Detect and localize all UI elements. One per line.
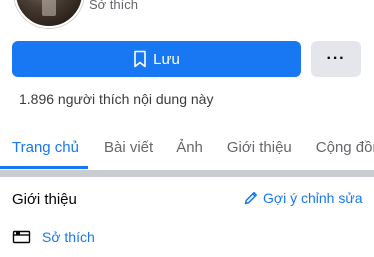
interest-category-label: Sở thích (42, 229, 95, 245)
more-icon: ··· (326, 50, 346, 67)
tab-home[interactable]: Trang chủ (12, 127, 79, 167)
tab-about[interactable]: Giới thiệu (227, 127, 292, 167)
tab-community[interactable]: Cộng đồng (316, 127, 374, 167)
page-tabs: Trang chủ Bài viết Ảnh Giới thiệu Cộng đ… (0, 127, 374, 170)
pencil-icon (243, 190, 259, 206)
suggest-edit-label: Gợi ý chỉnh sửa (263, 190, 363, 206)
save-button-label: Lưu (153, 50, 180, 68)
bookmark-icon (133, 50, 147, 68)
tab-posts[interactable]: Bài viết (104, 127, 153, 167)
active-tab-indicator (0, 166, 88, 169)
about-section-title: Giới thiệu (12, 191, 77, 208)
more-options-button[interactable]: ··· (311, 41, 361, 77)
tab-photos[interactable]: Ảnh (176, 127, 203, 167)
likes-count-text: 1.896 người thích nội dung này (19, 91, 214, 107)
suggest-edit-link[interactable]: Gợi ý chỉnh sửa (243, 190, 362, 206)
page-category: Sở thích (89, 0, 138, 12)
interest-category-row[interactable]: Sở thích (12, 229, 95, 245)
page-root: Sở thích Lưu ··· 1.896 người thích nội d… (0, 0, 374, 257)
section-divider (0, 170, 374, 177)
save-button[interactable]: Lưu (12, 41, 301, 77)
category-tag-icon (12, 229, 32, 245)
page-avatar[interactable] (14, 0, 84, 28)
